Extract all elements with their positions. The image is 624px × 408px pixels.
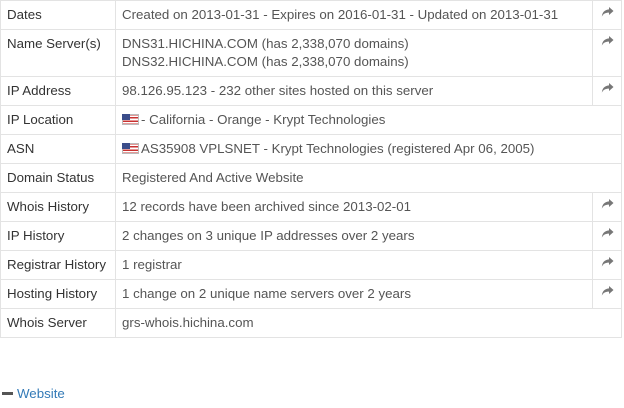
share-arrow-icon[interactable] — [592, 0, 622, 30]
row-whois-history: Whois History 12 records have been archi… — [0, 192, 622, 222]
row-value: Created on 2013-01-31 - Expires on 2016-… — [115, 0, 593, 30]
row-asn: ASN AS35908 VPLSNET - Krypt Technologies… — [0, 134, 622, 164]
name-server-2: DNS32.HICHINA.COM (has 2,338,070 domains… — [122, 54, 409, 69]
row-label: Registrar History — [0, 250, 116, 280]
row-label: Dates — [0, 0, 116, 30]
share-arrow-icon[interactable] — [592, 250, 622, 280]
row-label: IP History — [0, 221, 116, 251]
row-value: 1 change on 2 unique name servers over 2… — [115, 279, 593, 309]
row-label: Whois History — [0, 192, 116, 222]
row-value: - California - Orange - Krypt Technologi… — [115, 105, 622, 135]
row-value-text: - California - Orange - Krypt Technologi… — [141, 112, 386, 127]
row-value: Registered And Active Website — [115, 163, 622, 193]
row-value: DNS31.HICHINA.COM (has 2,338,070 domains… — [115, 29, 593, 77]
row-registrar-history: Registrar History 1 registrar — [0, 250, 622, 280]
share-arrow-icon[interactable] — [592, 192, 622, 222]
row-domain-status: Domain Status Registered And Active Webs… — [0, 163, 622, 193]
share-arrow-icon[interactable] — [592, 29, 622, 77]
row-value: AS35908 VPLSNET - Krypt Technologies (re… — [115, 134, 622, 164]
share-arrow-icon[interactable] — [592, 221, 622, 251]
whois-table: Dates Created on 2013-01-31 - Expires on… — [0, 0, 622, 338]
share-arrow-icon[interactable] — [592, 279, 622, 309]
website-section-label: Website — [17, 386, 65, 401]
row-hosting-history: Hosting History 1 change on 2 unique nam… — [0, 279, 622, 309]
row-whois-server: Whois Server grs-whois.hichina.com — [0, 308, 622, 338]
us-flag-icon — [122, 143, 139, 154]
row-label: IP Address — [0, 76, 116, 106]
row-value-text: AS35908 VPLSNET - Krypt Technologies (re… — [141, 141, 535, 156]
row-label: Name Server(s) — [0, 29, 116, 77]
row-value: 2 changes on 3 unique IP addresses over … — [115, 221, 593, 251]
row-ip-history: IP History 2 changes on 3 unique IP addr… — [0, 221, 622, 251]
row-label: Hosting History — [0, 279, 116, 309]
website-section-toggle[interactable]: Website — [2, 386, 65, 401]
row-value: 98.126.95.123 - 232 other sites hosted o… — [115, 76, 593, 106]
row-label: ASN — [0, 134, 116, 164]
row-label: IP Location — [0, 105, 116, 135]
row-dates: Dates Created on 2013-01-31 - Expires on… — [0, 0, 622, 30]
row-label: Whois Server — [0, 308, 116, 338]
us-flag-icon — [122, 114, 139, 125]
name-server-1: DNS31.HICHINA.COM (has 2,338,070 domains… — [122, 36, 409, 51]
row-name-servers: Name Server(s) DNS31.HICHINA.COM (has 2,… — [0, 29, 622, 77]
row-value: 1 registrar — [115, 250, 593, 280]
row-ip-location: IP Location - California - Orange - Kryp… — [0, 105, 622, 135]
share-arrow-icon[interactable] — [592, 76, 622, 106]
row-value: grs-whois.hichina.com — [115, 308, 622, 338]
row-ip-address: IP Address 98.126.95.123 - 232 other sit… — [0, 76, 622, 106]
minus-icon — [2, 392, 13, 395]
row-label: Domain Status — [0, 163, 116, 193]
row-value: 12 records have been archived since 2013… — [115, 192, 593, 222]
